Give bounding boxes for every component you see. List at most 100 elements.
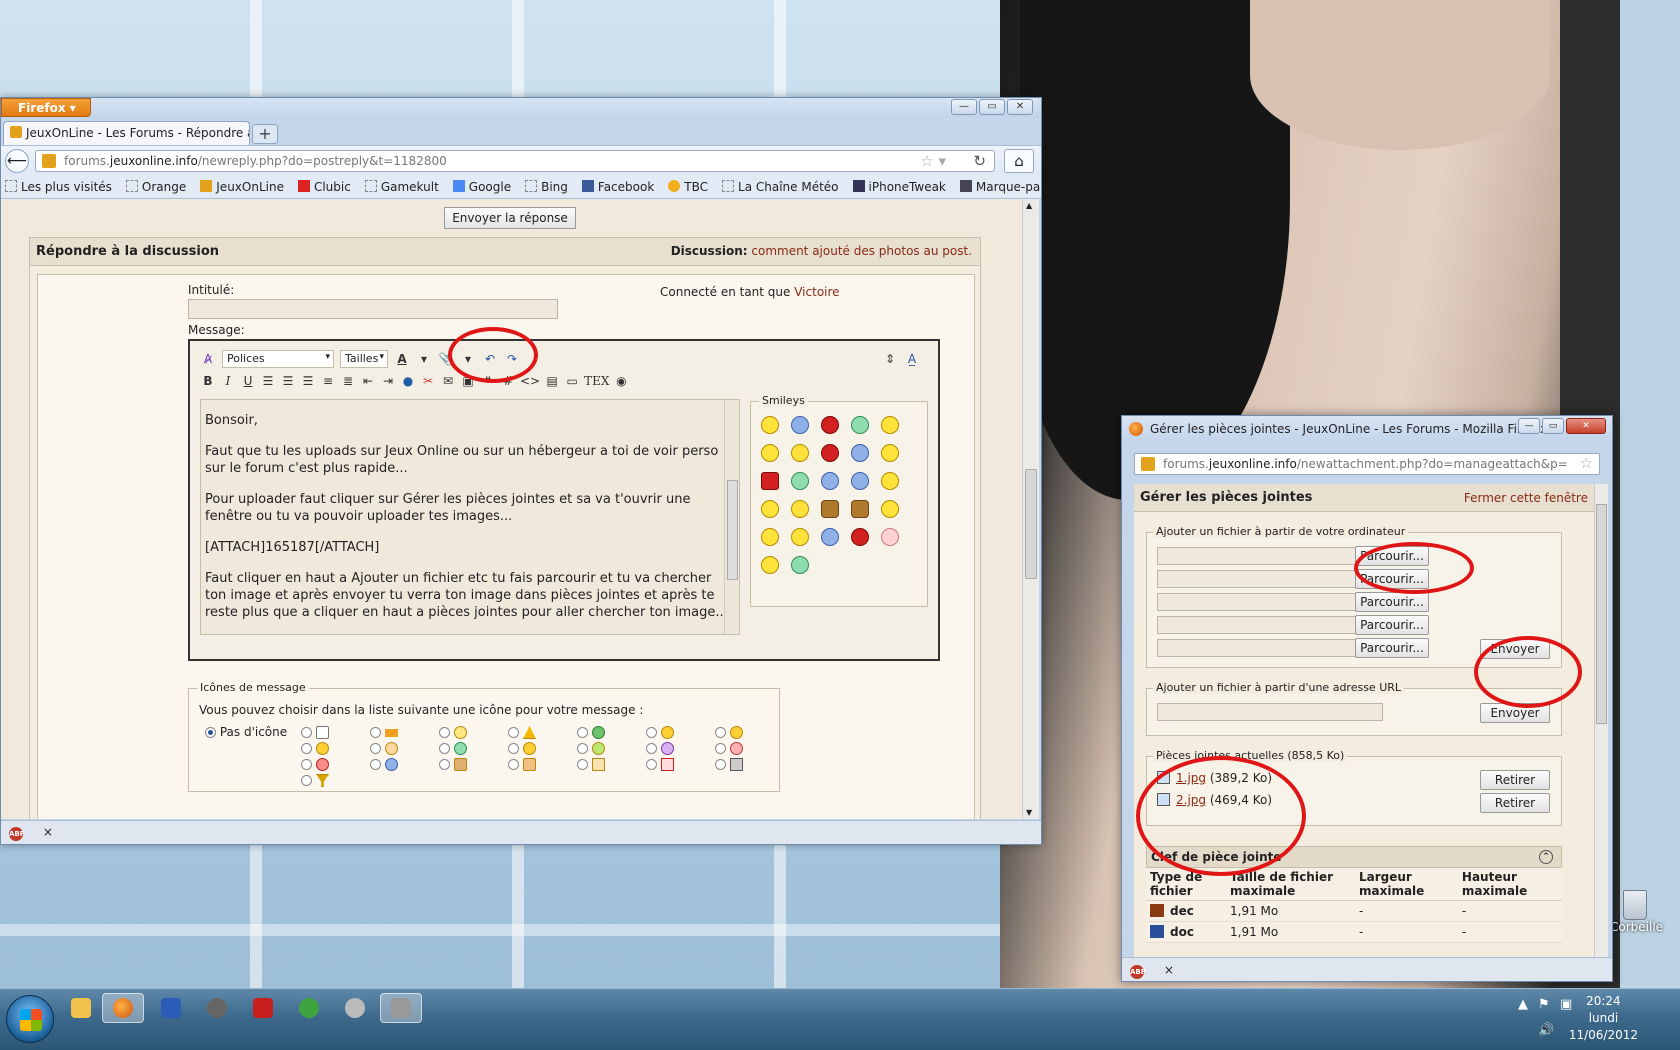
- message-icon-option[interactable]: [715, 725, 784, 740]
- code-icon[interactable]: <>: [520, 373, 540, 389]
- tex-icon[interactable]: TEX: [584, 373, 609, 389]
- tab-reply[interactable]: JeuxOnLine - Les Forums - Répondre au ..…: [3, 121, 250, 145]
- close-addon-bar-icon[interactable]: ×: [1164, 963, 1174, 977]
- video-icon[interactable]: ◉: [613, 373, 629, 389]
- bookmark-item[interactable]: La Chaîne Météo: [722, 179, 839, 194]
- bookmark-item[interactable]: Orange: [125, 179, 186, 194]
- bookmark-item[interactable]: Les plus visités: [5, 179, 112, 194]
- file-input[interactable]: [1157, 547, 1357, 565]
- title-input[interactable]: [188, 299, 558, 319]
- popup-close-button[interactable]: ✕: [1566, 418, 1606, 434]
- smiley-icon[interactable]: [791, 472, 809, 490]
- minimize-button[interactable]: —: [951, 99, 977, 115]
- firefox-taskbar-icon[interactable]: [102, 993, 144, 1023]
- html-icon[interactable]: ▤: [544, 373, 560, 389]
- browse-button[interactable]: Parcourir...: [1355, 546, 1429, 566]
- bookmark-item[interactable]: Clubic: [297, 179, 351, 194]
- message-icon-option[interactable]: [646, 757, 715, 772]
- resize-arrows-icon[interactable]: ⇕: [882, 351, 898, 367]
- popup-scrollbar[interactable]: [1594, 484, 1608, 957]
- adblock-icon[interactable]: ABP: [1130, 965, 1146, 979]
- attachment-paperclip-icon[interactable]: 📎: [438, 351, 454, 367]
- smiley-icon[interactable]: [761, 472, 779, 490]
- spoiler-icon[interactable]: ▭: [564, 373, 580, 389]
- message-icon-option[interactable]: [301, 725, 370, 740]
- bookmark-item[interactable]: Google: [452, 179, 511, 194]
- underline-icon[interactable]: U: [240, 373, 256, 389]
- clock[interactable]: 20:24 lundi 11/06/2012: [1569, 993, 1638, 1044]
- message-icon-option[interactable]: [301, 757, 370, 772]
- volume-icon[interactable]: 🔊: [1538, 1023, 1554, 1038]
- url-input[interactable]: [1157, 703, 1383, 721]
- message-icon-option[interactable]: [715, 757, 784, 772]
- remove-link-icon[interactable]: ✂: [420, 373, 436, 389]
- page-scrollbar[interactable]: ▲ ▼: [1022, 199, 1039, 819]
- attachment-link[interactable]: 1.jpg: [1176, 771, 1206, 785]
- browse-button[interactable]: Parcourir...: [1355, 638, 1429, 658]
- insert-link-icon[interactable]: ●: [400, 373, 416, 389]
- textarea-scrollbar[interactable]: [724, 400, 739, 634]
- send-reply-button[interactable]: Envoyer la réponse: [444, 207, 576, 229]
- text-color-icon[interactable]: A: [394, 351, 410, 367]
- align-right-icon[interactable]: ☰: [300, 373, 316, 389]
- message-icon-option[interactable]: [439, 757, 508, 772]
- bookmark-star-icon[interactable]: ☆ ▾: [920, 152, 946, 170]
- indent-icon[interactable]: ⇥: [380, 373, 396, 389]
- align-left-icon[interactable]: ☰: [260, 373, 276, 389]
- quote-icon[interactable]: ❝: [480, 373, 496, 389]
- size-select[interactable]: Tailles: [340, 350, 388, 368]
- smiley-icon[interactable]: [881, 500, 899, 518]
- smiley-icon[interactable]: [821, 500, 839, 518]
- message-icon-option[interactable]: [370, 725, 439, 740]
- text-color-dropdown-icon[interactable]: ▾: [416, 351, 432, 367]
- collapse-icon[interactable]: ⌃: [1539, 850, 1553, 864]
- redo-icon[interactable]: ↷: [504, 351, 520, 367]
- italic-icon[interactable]: I: [220, 373, 236, 389]
- bookmark-item[interactable]: iPhoneTweak: [852, 179, 946, 194]
- undo-icon[interactable]: ↶: [482, 351, 498, 367]
- discussion-link[interactable]: comment ajouté des photos au post.: [751, 244, 972, 258]
- back-arrow-icon[interactable]: ⟵: [5, 149, 29, 173]
- remove-attachment-button[interactable]: Retirer: [1480, 793, 1550, 813]
- smiley-icon[interactable]: [821, 444, 839, 462]
- adblock-icon[interactable]: ABP: [9, 827, 25, 841]
- bookmark-item[interactable]: JeuxOnLine: [200, 179, 284, 194]
- smiley-icon[interactable]: [761, 500, 779, 518]
- message-icon-option[interactable]: [370, 741, 439, 756]
- message-icon-option[interactable]: [508, 725, 577, 740]
- file-input[interactable]: [1157, 593, 1357, 611]
- home-icon[interactable]: ⌂: [1004, 149, 1034, 173]
- message-icon-option[interactable]: [646, 725, 715, 740]
- insert-email-icon[interactable]: ✉: [440, 373, 456, 389]
- smiley-icon[interactable]: [791, 528, 809, 546]
- file-input[interactable]: [1157, 616, 1357, 634]
- firefox-menu-button[interactable]: Firefox ▾: [1, 98, 91, 117]
- remove-attachment-button[interactable]: Retirer: [1480, 770, 1550, 790]
- recycle-bin-icon[interactable]: Corbeille: [1610, 890, 1663, 938]
- message-icon-option[interactable]: [370, 757, 439, 772]
- unordered-list-icon[interactable]: ≣: [340, 373, 356, 389]
- hash-icon[interactable]: #: [500, 373, 516, 389]
- bookmark-item[interactable]: TBC: [668, 179, 708, 194]
- message-icon-option[interactable]: [508, 757, 577, 772]
- smiley-icon[interactable]: [791, 500, 809, 518]
- browse-button[interactable]: Parcourir...: [1355, 569, 1429, 589]
- browse-button[interactable]: Parcourir...: [1355, 592, 1429, 612]
- bold-icon[interactable]: B: [200, 373, 216, 389]
- game-taskbar-icon[interactable]: [380, 993, 422, 1023]
- message-icon-option[interactable]: [508, 741, 577, 756]
- outdent-icon[interactable]: ⇤: [360, 373, 376, 389]
- reload-icon[interactable]: ↻: [973, 152, 986, 170]
- bookmark-star-icon[interactable]: ☆: [1580, 454, 1593, 472]
- smiley-icon[interactable]: [851, 416, 869, 434]
- file-input[interactable]: [1157, 570, 1357, 588]
- message-icon-option[interactable]: [577, 725, 646, 740]
- action-center-flag-icon[interactable]: ⚑: [1538, 997, 1550, 1012]
- media-taskbar-icon[interactable]: [334, 993, 376, 1023]
- antivirus-taskbar-icon[interactable]: [242, 993, 284, 1023]
- smiley-icon[interactable]: [851, 528, 869, 546]
- ordered-list-icon[interactable]: ≡: [320, 373, 336, 389]
- remove-format-icon[interactable]: A̷: [200, 351, 216, 367]
- message-textarea[interactable]: Bonsoir, Faut que tu les uploads sur Jeu…: [200, 399, 740, 635]
- message-icon-option[interactable]: [439, 725, 508, 740]
